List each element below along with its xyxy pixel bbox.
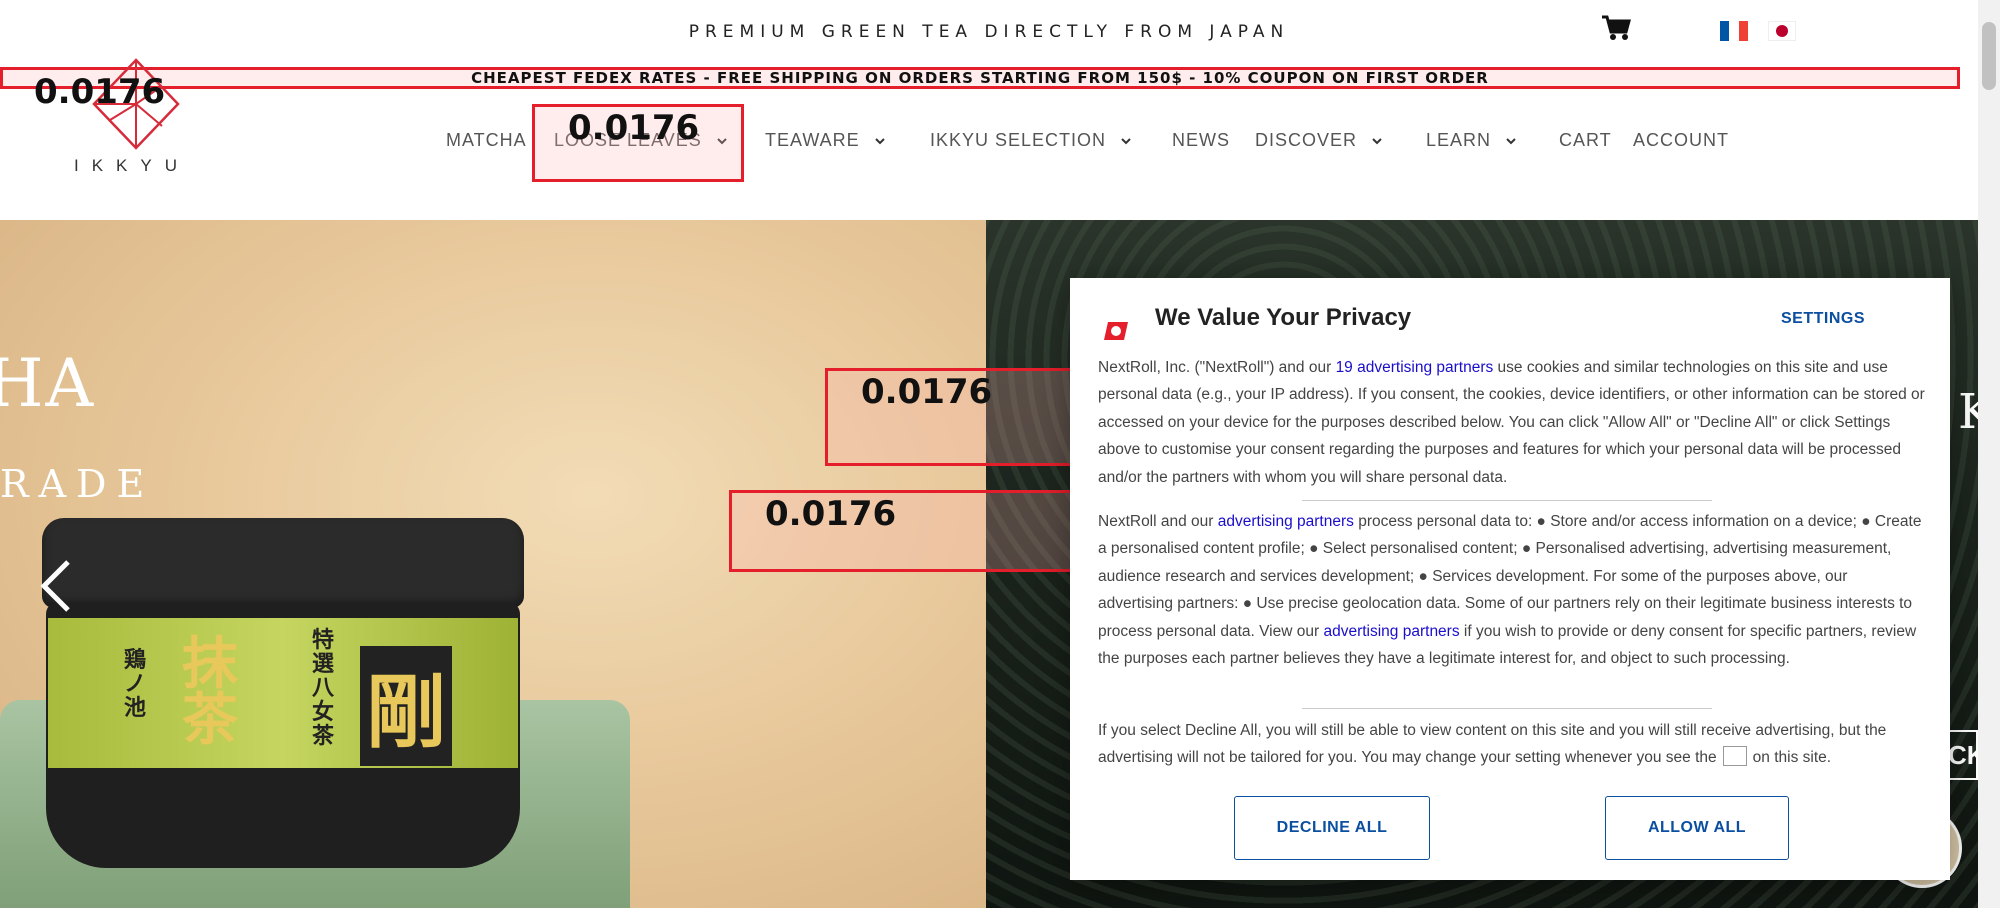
advertising-partners-link[interactable]: advertising partners <box>1323 623 1459 640</box>
nav-item-cart[interactable]: CART <box>1559 130 1612 151</box>
privacy-consent-modal: We Value Your Privacy SETTINGS NextRoll,… <box>1070 278 1950 880</box>
matcha-tin-image: 抹茶 特選八女茶 剛 鶏ノ池 <box>42 518 524 868</box>
nav-item-account[interactable]: ACCOUNT <box>1633 130 1729 151</box>
consent-paragraph-2: NextRoll and our advertising partners pr… <box>1098 513 1922 668</box>
nav-label: NEWS <box>1172 130 1230 150</box>
jar-kanji-small: 特選八女茶 <box>312 627 335 749</box>
decline-all-button[interactable]: DECLINE ALL <box>1234 796 1430 860</box>
nav-item-ikkyu-selection[interactable]: IKKYU SELECTION <box>930 130 1132 151</box>
divider <box>1302 708 1712 709</box>
jar-kanji-brand: 鶏ノ池 <box>124 647 147 721</box>
jar-kanji-main: 抹茶 <box>182 631 238 753</box>
nav-label: CART <box>1559 130 1612 150</box>
nav-label: MATCHA <box>446 130 527 150</box>
announcement-text: CHEAPEST FEDEX RATES - FREE SHIPPING ON … <box>471 69 1489 87</box>
chevron-down-icon <box>1506 137 1516 144</box>
chevron-down-icon <box>1121 137 1131 144</box>
announcement-bar: CHEAPEST FEDEX RATES - FREE SHIPPING ON … <box>0 67 1960 89</box>
allow-all-button[interactable]: ALLOW ALL <box>1605 796 1789 860</box>
nav-item-discover[interactable]: DISCOVER <box>1255 130 1383 151</box>
jar-kanji-side: 剛 <box>360 646 452 766</box>
nav-item-matcha[interactable]: MATCHA <box>446 130 527 151</box>
nextroll-inline-icon <box>1722 746 1747 767</box>
top-bar: PREMIUM GREEN TEA DIRECTLY FROM JAPAN <box>0 0 1978 64</box>
advertising-partners-link[interactable]: 19 advertising partners <box>1336 359 1494 376</box>
nav-label: LEARN <box>1426 130 1492 150</box>
consent-paragraph-1: NextRoll, Inc. ("NextRoll") and our 19 a… <box>1098 359 1925 486</box>
page-scrollbar[interactable] <box>1978 0 2000 908</box>
overlay-label: 0.0176 <box>861 372 993 412</box>
carousel-prev-icon[interactable] <box>38 558 74 614</box>
hero-title: HA <box>0 345 96 422</box>
flag-fr-icon[interactable] <box>1720 21 1748 41</box>
divider <box>1302 500 1712 501</box>
modal-title: We Value Your Privacy <box>1155 304 1412 331</box>
tagline: PREMIUM GREEN TEA DIRECTLY FROM JAPAN <box>688 22 1290 42</box>
hero-subtitle: RADE <box>0 462 155 506</box>
flag-jp-icon[interactable] <box>1768 21 1796 41</box>
nav-label: ACCOUNT <box>1633 130 1729 150</box>
chevron-down-icon <box>874 137 885 144</box>
advertising-partners-link[interactable]: advertising partners <box>1218 513 1354 530</box>
overlay-label: 0.0176 <box>34 72 166 112</box>
overlay-label: 0.0176 <box>765 494 897 534</box>
nav-item-learn[interactable]: LEARN <box>1426 130 1517 151</box>
scrollbar-thumb[interactable] <box>1982 22 1996 90</box>
nav-label: DISCOVER <box>1255 130 1358 150</box>
nav-label: TEAWARE <box>765 130 860 150</box>
nav-item-teaware[interactable]: TEAWARE <box>765 130 886 151</box>
consent-paragraph-3: If you select Decline All, you will stil… <box>1098 722 1887 767</box>
nav-label: IKKYU SELECTION <box>930 130 1107 150</box>
logo-text: IKKYU <box>74 156 191 175</box>
overlay-label: 0.0176 <box>568 108 700 148</box>
cart-icon[interactable] <box>1601 14 1631 42</box>
settings-button[interactable]: SETTINGS <box>1781 310 1865 328</box>
nav-item-news[interactable]: NEWS <box>1172 130 1230 151</box>
chevron-down-icon <box>1372 137 1382 144</box>
nextroll-logo-icon <box>1104 322 1128 340</box>
